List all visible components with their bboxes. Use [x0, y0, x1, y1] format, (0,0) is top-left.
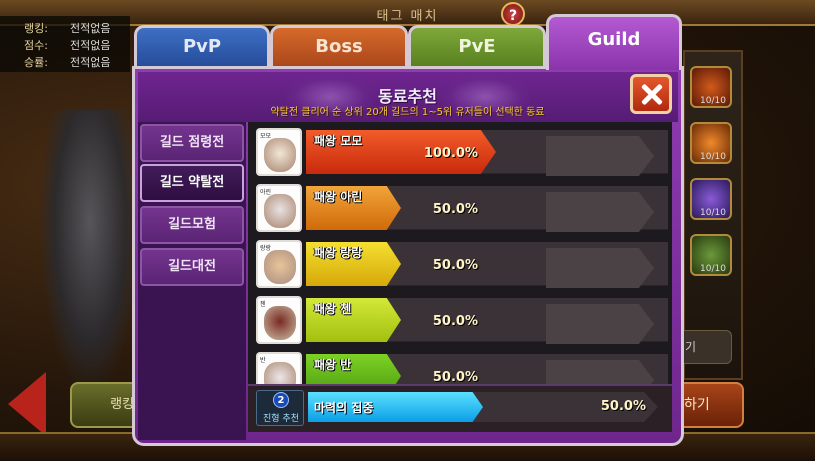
formation-recommend-button[interactable]: 2 진형 추천	[256, 390, 304, 426]
companion-name: 패왕 아린	[314, 190, 363, 204]
companion-name: 패왕 모모	[314, 134, 363, 148]
skill-percent: 50.0%	[600, 399, 646, 414]
portrait-face	[264, 250, 296, 284]
game-screen: 태그 매치 ? 랭킹: 전적없음 점수: 전적없음 승률: 전적없음 랭킹 10/10…	[0, 0, 815, 461]
portrait-face	[264, 362, 296, 384]
portrait-tag: 반	[260, 357, 266, 364]
skill-name: 마력의 집중	[314, 401, 374, 415]
list-item[interactable]: 모모 패왕 모모 100.0%	[254, 126, 668, 178]
companion-portrait-icon[interactable]: 반	[256, 352, 302, 384]
companion-portrait-icon[interactable]: 모모	[256, 128, 302, 176]
portrait-tag: 모모	[260, 133, 272, 140]
portrait-face	[264, 138, 296, 172]
companion-name: 패왕 반	[314, 358, 352, 372]
companion-percent: 50.0%	[432, 202, 478, 217]
portrait-tag: 아린	[260, 189, 272, 196]
portrait-face	[264, 306, 296, 340]
bar-track-arrow	[546, 136, 654, 176]
list-item[interactable]: 첸 패왕 첸 50.0%	[254, 294, 668, 346]
companion-name: 패왕 첸	[314, 302, 352, 316]
bar-track-arrow	[546, 360, 654, 384]
companion-percent: 50.0%	[432, 370, 478, 384]
list-item[interactable]: 랑랑 패왕 랑랑 50.0%	[254, 238, 668, 290]
companion-portrait-icon[interactable]: 첸	[256, 296, 302, 344]
list-item[interactable]: 반 패왕 반 50.0%	[254, 350, 668, 384]
ranking-button[interactable]: 랭킹	[70, 382, 140, 428]
companion-portrait-icon[interactable]: 아린	[256, 184, 302, 232]
companion-portrait-icon[interactable]: 랑랑	[256, 240, 302, 288]
bar-track-arrow	[546, 304, 654, 344]
portrait-face	[264, 194, 296, 228]
companion-percent: 50.0%	[432, 314, 478, 329]
bar-track-arrow	[546, 192, 654, 232]
formation-number-icon: 2	[273, 392, 289, 408]
close-button[interactable]	[630, 74, 672, 114]
companion-percent: 50.0%	[432, 258, 478, 273]
companion-name: 패왕 랑랑	[314, 246, 363, 260]
formation-label: 진형 추천	[263, 414, 299, 424]
list-item[interactable]: 아린 패왕 아린 50.0%	[254, 182, 668, 234]
portrait-tag: 첸	[260, 301, 266, 308]
bar-track-arrow	[546, 248, 654, 288]
companion-percent: 100.0%	[423, 146, 478, 161]
companion-rows: 모모 패왕 모모 100.0% 아린 패왕 아린 50.0% 랑랑 패왕 랑랑 50.0% 첸 패왕…	[0, 0, 815, 384]
portrait-tag: 랑랑	[260, 245, 272, 252]
